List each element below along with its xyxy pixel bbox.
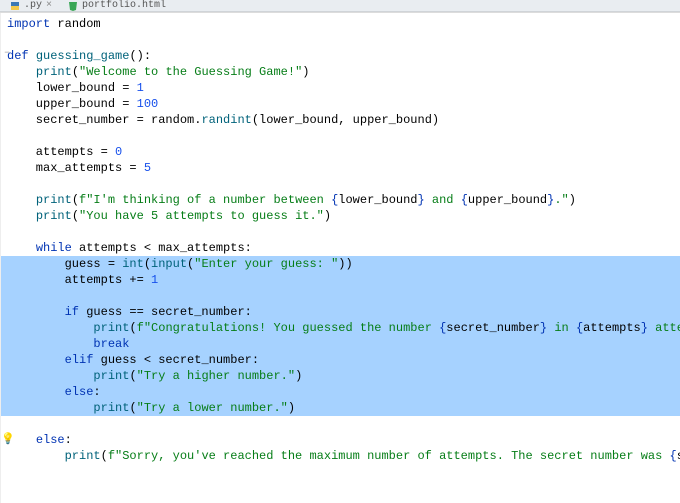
code-line: else: bbox=[1, 432, 680, 448]
code-line: upper_bound = 100 bbox=[1, 96, 680, 112]
code-line bbox=[1, 32, 680, 48]
close-icon[interactable]: × bbox=[46, 0, 52, 11]
code-line: print(f"Sorry, you've reached the maximu… bbox=[1, 448, 680, 464]
code-area[interactable]: import random def guessing_game(): print… bbox=[1, 13, 680, 503]
code-line: print(f"Congratulations! You guessed the… bbox=[1, 320, 680, 336]
code-line: if guess == secret_number: bbox=[1, 304, 680, 320]
code-line bbox=[1, 128, 680, 144]
code-line: print("You have 5 attempts to guess it."… bbox=[1, 208, 680, 224]
code-line bbox=[1, 288, 680, 304]
code-line: guess = int(input("Enter your guess: ")) bbox=[1, 256, 680, 272]
code-line: secret_number = random.randint(lower_bou… bbox=[1, 112, 680, 128]
code-line: else: bbox=[1, 384, 680, 400]
tab-label: .py bbox=[24, 0, 42, 11]
html-file-icon bbox=[68, 1, 78, 11]
tab-label: portfolio.html bbox=[82, 0, 166, 11]
code-line bbox=[1, 224, 680, 240]
code-line: print(f"I'm thinking of a number between… bbox=[1, 192, 680, 208]
code-line: print("Try a lower number.") bbox=[1, 400, 680, 416]
tab-py[interactable]: .py × bbox=[2, 0, 60, 11]
tab-portfolio[interactable]: portfolio.html bbox=[60, 0, 174, 11]
code-line: import random bbox=[1, 16, 680, 32]
code-line: max_attempts = 5 bbox=[1, 160, 680, 176]
code-line: while attempts < max_attempts: bbox=[1, 240, 680, 256]
code-line bbox=[1, 176, 680, 192]
code-line: attempts = 0 bbox=[1, 144, 680, 160]
code-line: lower_bound = 1 bbox=[1, 80, 680, 96]
editor: − − 💡 import random def guessing_game():… bbox=[0, 13, 680, 503]
code-line: print("Try a higher number.") bbox=[1, 368, 680, 384]
code-line bbox=[1, 416, 680, 432]
code-line: elif guess < secret_number: bbox=[1, 352, 680, 368]
code-line: attempts += 1 bbox=[1, 272, 680, 288]
tab-bar: .py × portfolio.html bbox=[0, 0, 680, 12]
code-line: print("Welcome to the Guessing Game!") bbox=[1, 64, 680, 80]
code-line: def guessing_game(): bbox=[1, 48, 680, 64]
code-line: break bbox=[1, 336, 680, 352]
python-file-icon bbox=[10, 1, 20, 11]
